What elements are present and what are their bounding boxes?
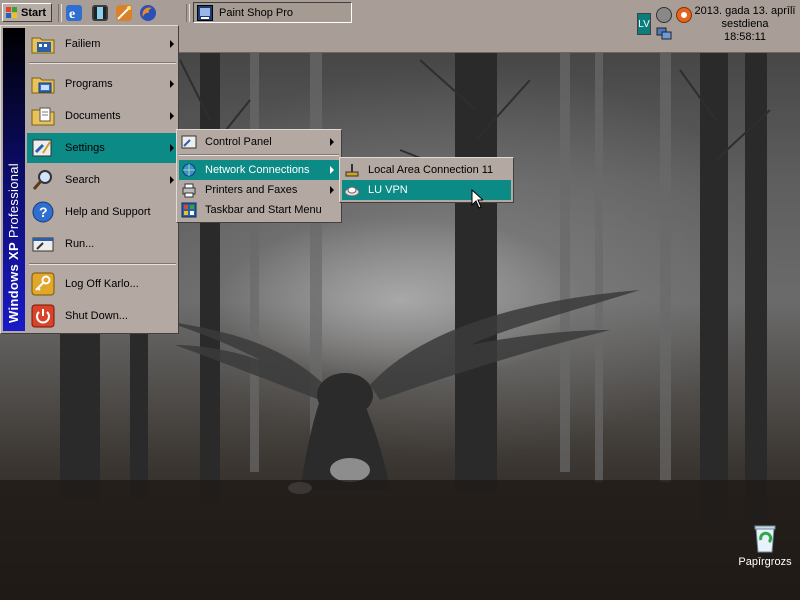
documents-icon (31, 104, 55, 128)
submenu-arrow-icon (170, 112, 174, 120)
start-menu-item-label: Programs (65, 78, 113, 90)
toolbar-grip[interactable] (58, 4, 62, 22)
vpn-icon (344, 182, 360, 198)
submenu-arrow-icon (170, 176, 174, 184)
help-icon: ? (31, 200, 55, 224)
desktop-icon-recycle-bin[interactable]: Papīrgrozs (735, 520, 795, 568)
network-connections-submenu: Local Area Connection 11 LU VPN (339, 157, 514, 203)
start-menu-item-label: Search (65, 174, 100, 186)
tray-clock[interactable]: 2013. gada 13. aprīlī sestdiena 18:58:11 (693, 5, 797, 44)
control-panel-icon (181, 134, 197, 150)
ie-icon[interactable]: e (66, 5, 82, 22)
firefox-icon[interactable] (140, 5, 156, 21)
svg-text:?: ? (39, 204, 48, 220)
submenu-arrow-icon (330, 166, 334, 174)
submenu-item-local-area-connection[interactable]: Local Area Connection 11 (342, 160, 511, 180)
submenu-item-taskbar-start-menu[interactable]: Taskbar and Start Menu (179, 200, 339, 220)
start-menu-divider (29, 62, 176, 64)
settings-submenu: Control Panel Network Connections Printe… (176, 129, 342, 223)
mouse-pointer-icon (471, 188, 485, 212)
clock-tray-icon[interactable] (656, 7, 672, 23)
banner-light-text: Professional (6, 163, 21, 243)
programs-icon (31, 72, 55, 96)
desktop-icon-label: Papīrgrozs (738, 556, 792, 568)
run-icon (31, 232, 55, 256)
windows-flag-icon (6, 6, 18, 19)
submenu-item-label: LU VPN (368, 184, 408, 196)
language-indicator[interactable]: LV (637, 13, 651, 35)
network-icon (181, 162, 197, 178)
start-menu: Windows XP Professional Failiem Programs… (0, 25, 179, 334)
submenu-item-control-panel[interactable]: Control Panel (179, 132, 339, 152)
start-menu-item-failiem[interactable]: Failiem (27, 29, 178, 59)
submenu-item-lu-vpn[interactable]: LU VPN (342, 180, 511, 200)
key-icon (31, 272, 55, 296)
start-menu-divider (29, 263, 176, 265)
start-menu-item-label: Settings (65, 142, 105, 154)
lan-icon (344, 162, 360, 178)
start-menu-item-run[interactable]: Run... (27, 229, 178, 259)
network-tray-icon[interactable] (656, 27, 672, 41)
task-button-paint-shop-pro[interactable]: Paint Shop Pro (193, 2, 352, 23)
start-menu-item-shut-down[interactable]: Shut Down... (27, 301, 178, 331)
submenu-item-label: Control Panel (205, 136, 272, 148)
folder-icon (31, 32, 55, 56)
submenu-item-label: Local Area Connection 11 (368, 164, 494, 176)
media-icon[interactable] (92, 5, 108, 21)
clock-time: 18:58:11 (723, 31, 766, 43)
submenu-arrow-icon (170, 80, 174, 88)
start-menu-item-log-off[interactable]: Log Off Karlo... (27, 269, 178, 299)
submenu-item-network-connections[interactable]: Network Connections (179, 160, 339, 180)
submenu-arrow-icon (170, 40, 174, 48)
clock-day: sestdiena (721, 18, 769, 30)
start-menu-item-label: Log Off Karlo... (65, 278, 139, 290)
svg-text:e: e (69, 7, 75, 21)
task-label: Paint Shop Pro (219, 6, 293, 19)
start-menu-item-label: Failiem (65, 38, 101, 50)
paint-shop-pro-icon (197, 4, 213, 21)
start-menu-item-label: Help and Support (65, 206, 151, 218)
start-menu-item-settings[interactable]: Settings (27, 133, 178, 163)
submenu-item-printers-faxes[interactable]: Printers and Faxes (179, 180, 339, 200)
start-menu-item-documents[interactable]: Documents (27, 101, 178, 131)
wand-icon[interactable] (116, 5, 132, 21)
search-icon (31, 168, 55, 192)
start-button[interactable]: Start (2, 3, 52, 22)
power-icon (31, 304, 55, 328)
printer-icon (181, 182, 197, 198)
submenu-item-label: Taskbar and Start Menu (205, 204, 322, 216)
antivirus-tray-icon[interactable] (676, 7, 692, 23)
start-menu-item-label: Run... (65, 238, 95, 250)
banner-bold-text: Windows XP (6, 242, 21, 323)
start-menu-item-search[interactable]: Search (27, 165, 178, 195)
taskbar-separator (186, 4, 190, 22)
start-label: Start (21, 6, 47, 19)
submenu-arrow-icon (170, 144, 174, 152)
start-menu-item-label: Documents (65, 110, 121, 122)
start-menu-item-label: Shut Down... (65, 310, 128, 322)
start-menu-banner: Windows XP Professional (3, 28, 25, 331)
start-menu-item-help[interactable]: ? Help and Support (27, 197, 178, 227)
submenu-divider (179, 154, 339, 156)
submenu-item-label: Network Connections (205, 164, 310, 176)
start-menu-item-programs[interactable]: Programs (27, 69, 178, 99)
submenu-arrow-icon (330, 186, 334, 194)
settings-icon (31, 136, 55, 160)
clock-date: 2013. gada 13. aprīlī (694, 5, 796, 17)
recycle-bin-icon (749, 522, 781, 554)
taskbar-icon (181, 202, 197, 218)
submenu-arrow-icon (330, 138, 334, 146)
submenu-item-label: Printers and Faxes (205, 184, 298, 196)
